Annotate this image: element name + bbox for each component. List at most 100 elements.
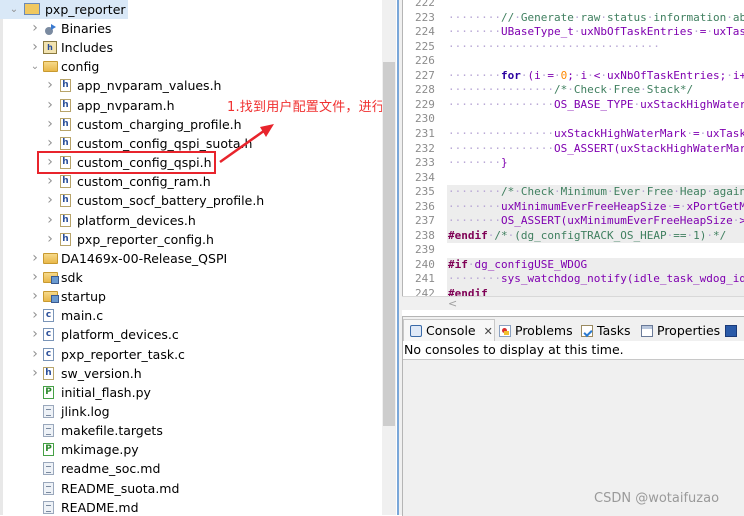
code-line[interactable]: 235 ········/*·Check·Minimum·Ever·Free·He… (403, 185, 744, 200)
tree-item-custom-socf-battery-profile-h[interactable]: › h custom_socf_battery_profile.h (0, 191, 370, 210)
tab-problems[interactable]: Problems (499, 320, 573, 342)
code-line[interactable]: 227 ········for·(i·=·0;·i·<·uxNbOfTaskEnt… (403, 69, 744, 84)
tree-item-label: config (61, 59, 100, 75)
editor-horizontal-scrollbar[interactable]: < (402, 296, 744, 310)
project-explorer: ⌄ pxp_reporter › Binaries › h Includes ⌄ confi… (0, 0, 382, 515)
whitespace-marker: · (732, 214, 740, 228)
chevron-right-icon[interactable]: › (30, 345, 40, 364)
chevron-right-icon[interactable]: › (30, 268, 40, 287)
editor-text-area[interactable]: 222 223 ········//·Generate·raw·status·inf… (402, 0, 744, 302)
tree-item-includes[interactable]: › h Includes (0, 38, 370, 57)
tree-item-mkimage-py[interactable]: Pmkimage.py (0, 440, 370, 459)
tree-item-label: mkimage.py (61, 442, 139, 458)
code-line[interactable]: 225 ································ (403, 40, 744, 55)
tree-item-platform-devices-h[interactable]: › h platform_devices.h (0, 211, 370, 230)
tab-more-views[interactable] (725, 320, 741, 342)
code-line[interactable]: 232 ················OS_ASSERT(uxStackHigh… (403, 142, 744, 157)
chevron-right-icon[interactable]: › (30, 249, 40, 268)
code-line[interactable]: 233 ········} (403, 156, 744, 171)
code-editor[interactable]: 222 223 ········//·Generate·raw·status·inf… (402, 0, 744, 310)
tree-item-binaries[interactable]: › Binaries (0, 19, 370, 38)
chevron-right-icon[interactable]: › (45, 211, 55, 230)
chevron-right-icon[interactable]: › (45, 115, 55, 134)
line-number: 223 (415, 10, 435, 24)
code-line[interactable]: 222 (403, 0, 744, 11)
code-token-comment: /*·Check·Minimum·Ever·Free·Heap·again (500, 185, 744, 199)
code-line[interactable]: 230 (403, 112, 744, 127)
code-line[interactable]: 224 ········UBaseType_t·uxNbOfTaskEntries… (403, 25, 744, 40)
tree-item-label: custom_socf_battery_profile.h (77, 193, 265, 209)
text-file-icon (43, 405, 54, 418)
tab-label: Properties (657, 323, 721, 338)
code-line[interactable]: 238 #endif·/*·(dg_configTRACK_OS_HEAP·==·… (403, 228, 744, 244)
tab-properties[interactable]: Properties (641, 320, 720, 342)
code-line[interactable]: 241 ········sys_watchdog_notify(idle_task… (403, 272, 744, 287)
tree-item-da1469x-00-release-qspi[interactable]: › DA1469x-00-Release_QSPI (0, 249, 370, 268)
scroll-left-icon[interactable]: < (448, 297, 457, 310)
console-panel: Console ✕ Problems Tasks Properties No c… (402, 316, 744, 516)
console-icon (410, 325, 422, 337)
annotation-highlight-box (37, 151, 216, 174)
chevron-right-icon[interactable]: › (30, 306, 40, 325)
whitespace-marker: ················ (448, 97, 554, 111)
chevron-down-icon[interactable]: ⌄ (30, 57, 40, 76)
tree-item-custom-charging-profile-h[interactable]: › h custom_charging_profile.h (0, 115, 370, 134)
code-text: ········UBaseType_t·uxNbOfTaskEntries·=·… (448, 25, 744, 40)
code-line[interactable]: 234 (403, 171, 744, 186)
chevron-down-icon[interactable]: ⌄ (9, 0, 19, 19)
tree-item-pxp-reporter-config-h[interactable]: › h pxp_reporter_config.h (0, 230, 370, 249)
chevron-right-icon[interactable]: › (30, 364, 40, 383)
header-file-icon: h (60, 232, 71, 246)
chevron-right-icon[interactable]: › (30, 287, 40, 306)
chevron-right-icon[interactable]: › (45, 230, 55, 249)
tree-item-custom-config-ram-h[interactable]: › h custom_config_ram.h (0, 172, 370, 191)
whitespace-marker: · (633, 97, 641, 111)
tree-item-readme-soc-md[interactable]: readme_soc.md (0, 459, 370, 478)
close-icon[interactable]: ✕ (484, 325, 493, 338)
tree-item-config[interactable]: ⌄ config (0, 57, 370, 76)
code-line[interactable]: 229 ················OS_BASE_TYPE·uxStackH… (403, 98, 744, 113)
tree-item-jlink-log[interactable]: jlink.log (0, 402, 370, 421)
c-file-icon: c (43, 309, 54, 323)
code-line[interactable]: 240 #if·dg_configUSE_WDOG (403, 257, 744, 273)
code-line[interactable]: 239 (403, 243, 744, 258)
tree-item-readme-md[interactable]: README.md (0, 498, 370, 515)
code-line[interactable]: 228 ················/*·Check·Free·Stack*/ (403, 83, 744, 98)
whitespace-marker: · (686, 228, 694, 242)
chevron-right-icon[interactable]: › (30, 19, 40, 38)
tree-item-pxp-reporter-task-c[interactable]: › c pxp_reporter_task.c (0, 345, 370, 364)
code-line[interactable]: 236 ········uxMinimumEverFreeHeapSize·=·x… (403, 199, 744, 215)
chevron-right-icon[interactable]: › (45, 172, 55, 191)
chevron-right-icon[interactable]: › (45, 76, 55, 95)
whitespace-marker: · (666, 228, 674, 242)
chevron-right-icon[interactable]: › (45, 96, 55, 115)
text-file-icon (43, 462, 54, 476)
tree-item-sw-version-h[interactable]: › h sw_version.h (0, 364, 370, 383)
explorer-scrollbar-thumb[interactable] (383, 62, 395, 426)
whitespace-marker: ················ (448, 141, 554, 155)
code-line[interactable]: 223 ········//·Generate·raw·status·inform… (403, 11, 744, 26)
tab-tasks[interactable]: Tasks (581, 320, 631, 342)
text-file-icon (43, 481, 54, 495)
whitespace-marker: · (706, 185, 713, 199)
header-file-icon: h (60, 175, 71, 189)
header-file-icon: h (60, 79, 71, 93)
tree-item-main-c[interactable]: › c main.c (0, 306, 370, 325)
tree-item-app-nvparam-values-h[interactable]: › h app_nvparam_values.h (0, 76, 370, 95)
tree-item-sdk[interactable]: › sdk (0, 268, 370, 287)
tree-item-readme-suota-md[interactable]: README_suota.md (0, 479, 370, 498)
code-token-var: ;·i·<·uxNbOfTaskEntries;·i++ (567, 68, 744, 82)
tree-item-makefile-targets[interactable]: makefile.targets (0, 421, 370, 440)
code-line[interactable]: 231 ················uxStackHighWaterMark·… (403, 127, 744, 142)
whitespace-marker: · (573, 68, 581, 82)
code-line[interactable]: 226 (403, 54, 744, 69)
chevron-right-icon[interactable]: › (30, 325, 40, 344)
chevron-right-icon[interactable]: › (30, 38, 40, 57)
tree-item-platform-devices-c[interactable]: › c platform_devices.c (0, 325, 370, 344)
chevron-right-icon[interactable]: › (45, 191, 55, 210)
code-line[interactable]: 237 ········OS_ASSERT(uxMinimumEverFreeHe… (403, 214, 744, 229)
tree-root-pxp-reporter[interactable]: ⌄ pxp_reporter (0, 0, 128, 19)
tree-item-initial-flash-py[interactable]: Pinitial_flash.py (0, 383, 370, 402)
tab-console[interactable]: Console ✕ (403, 319, 495, 342)
tree-item-startup[interactable]: › startup (0, 287, 370, 306)
